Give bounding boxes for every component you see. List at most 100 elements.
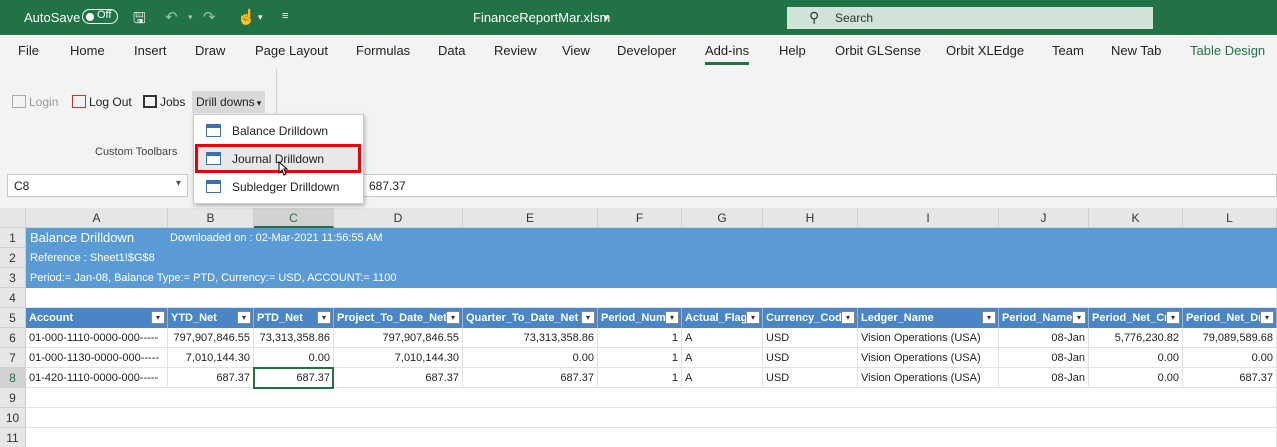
tab-review[interactable]: Review [494, 43, 537, 58]
select-all-corner[interactable] [0, 208, 26, 228]
filter-dropdown-icon[interactable]: ▾ [982, 311, 996, 324]
row-header-10[interactable]: 10 [0, 408, 26, 428]
row-header-8[interactable]: 8 [0, 368, 26, 388]
cell-d6[interactable]: 797,907,846.55 [334, 328, 463, 348]
jobs-button[interactable]: Jobs [143, 95, 185, 109]
row-header-6[interactable]: 6 [0, 328, 26, 348]
table-header-ledger-name[interactable]: Ledger_Name ▾ [858, 308, 999, 328]
column-header-b[interactable]: B [168, 208, 254, 228]
tab-team[interactable]: Team [1052, 43, 1084, 58]
undo-icon[interactable]: ↶ [165, 8, 178, 26]
filter-dropdown-icon[interactable]: ▾ [1260, 311, 1274, 324]
cell-c6[interactable]: 73,313,358.86 [254, 328, 334, 348]
formula-input[interactable]: 687.37 [362, 174, 1277, 197]
tab-home[interactable]: Home [70, 43, 105, 58]
cell-l8[interactable]: 687.37 [1183, 368, 1277, 388]
name-box[interactable]: C8 ▾ [7, 174, 188, 197]
table-header-currency-code[interactable]: Currency_Code ▾ [763, 308, 858, 328]
column-header-i[interactable]: I [858, 208, 999, 228]
column-header-a[interactable]: A [26, 208, 168, 228]
filter-dropdown-icon[interactable]: ▾ [581, 311, 595, 324]
search-box[interactable]: ⚲ Search [787, 7, 1153, 29]
cell-a8[interactable]: 01-420-1110-0000-000----- [26, 368, 168, 388]
row-header-9[interactable]: 9 [0, 388, 26, 408]
cell-e6[interactable]: 73,313,358.86 [463, 328, 598, 348]
filter-dropdown-icon[interactable]: ▾ [446, 311, 460, 324]
banner-row-3[interactable]: Period:= Jan-08, Balance Type:= PTD, Cur… [26, 268, 1277, 288]
tab-help[interactable]: Help [779, 43, 806, 58]
cell-f7[interactable]: 1 [598, 348, 682, 368]
tab-insert[interactable]: Insert [134, 43, 167, 58]
cell-g7[interactable]: A [682, 348, 763, 368]
cell-d8[interactable]: 687.37 [334, 368, 463, 388]
column-header-c[interactable]: C [254, 208, 334, 228]
cell-b6[interactable]: 797,907,846.55 [168, 328, 254, 348]
cell-g8[interactable]: A [682, 368, 763, 388]
column-header-e[interactable]: E [463, 208, 598, 228]
undo-dropdown-icon[interactable]: ▾ [188, 12, 193, 23]
row-header-5[interactable]: 5 [0, 308, 26, 328]
cell-c7[interactable]: 0.00 [254, 348, 334, 368]
autosave-toggle[interactable]: Off [82, 9, 118, 24]
cell-a7[interactable]: 01-000-1130-0000-000----- [26, 348, 168, 368]
cell-f8[interactable]: 1 [598, 368, 682, 388]
empty-row-9[interactable] [26, 388, 1277, 408]
empty-row-11[interactable] [26, 428, 1277, 447]
table-header-period-name[interactable]: Period_Name ▾ [999, 308, 1089, 328]
filter-dropdown-icon[interactable]: ▾ [665, 311, 679, 324]
cell-h8[interactable]: USD [763, 368, 858, 388]
filter-dropdown-icon[interactable]: ▾ [1072, 311, 1086, 324]
filter-dropdown-icon[interactable]: ▾ [746, 311, 760, 324]
row-header-1[interactable]: 1 [0, 228, 26, 248]
touch-mode-icon[interactable]: ☝ [237, 8, 256, 26]
banner-row-1[interactable]: Balance Drilldown Downloaded on : 02-Mar… [26, 228, 1277, 248]
cell-i8[interactable]: Vision Operations (USA) [858, 368, 999, 388]
table-header-period-net-dr[interactable]: Period_Net_Dr ▾ [1183, 308, 1277, 328]
column-header-k[interactable]: K [1089, 208, 1183, 228]
redo-icon[interactable]: ↷ [203, 8, 216, 26]
customize-toolbar-icon[interactable]: ≡ [282, 10, 288, 22]
cell-l6[interactable]: 79,089,589.68 [1183, 328, 1277, 348]
name-box-dropdown-icon[interactable]: ▾ [176, 178, 181, 189]
filter-dropdown-icon[interactable]: ▾ [237, 311, 251, 324]
tab-formulas[interactable]: Formulas [356, 43, 410, 58]
cell-k8[interactable]: 0.00 [1089, 368, 1183, 388]
column-header-j[interactable]: J [999, 208, 1089, 228]
column-header-f[interactable]: F [598, 208, 682, 228]
logout-button[interactable]: Log Out [72, 95, 132, 109]
cell-j7[interactable]: 08-Jan [999, 348, 1089, 368]
empty-row-10[interactable] [26, 408, 1277, 428]
cell-e7[interactable]: 0.00 [463, 348, 598, 368]
cell-b7[interactable]: 7,010,144.30 [168, 348, 254, 368]
table-header-period-num[interactable]: Period_Num ▾ [598, 308, 682, 328]
cell-g6[interactable]: A [682, 328, 763, 348]
tab-view[interactable]: View [562, 43, 590, 58]
cell-a6[interactable]: 01-000-1110-0000-000----- [26, 328, 168, 348]
menu-item-balance-drilldown[interactable]: Balance Drilldown [194, 117, 363, 144]
tab-orbit-xledge[interactable]: Orbit XLEdge [946, 43, 1024, 58]
cell-k7[interactable]: 0.00 [1089, 348, 1183, 368]
banner-row-2[interactable]: Reference : Sheet1!$G$8 [26, 248, 1277, 268]
tab-add-ins[interactable]: Add-ins [705, 43, 750, 65]
filter-dropdown-icon[interactable]: ▾ [841, 311, 855, 324]
tab-orbit-glsense[interactable]: Orbit GLSense [835, 43, 921, 58]
login-button[interactable]: Login [12, 95, 58, 109]
menu-item-subledger-drilldown[interactable]: Subledger Drilldown [194, 173, 363, 200]
cell-d7[interactable]: 7,010,144.30 [334, 348, 463, 368]
tab-developer[interactable]: Developer [617, 43, 676, 58]
save-icon[interactable]: 🖫 [133, 8, 146, 33]
tab-file[interactable]: File [18, 43, 39, 58]
row-header-7[interactable]: 7 [0, 348, 26, 368]
tab-draw[interactable]: Draw [195, 43, 225, 58]
cell-j6[interactable]: 08-Jan [999, 328, 1089, 348]
filter-dropdown-icon[interactable]: ▾ [151, 311, 165, 324]
table-header-account[interactable]: Account ▾ [26, 308, 168, 328]
tab-page-layout[interactable]: Page Layout [255, 43, 328, 58]
table-header-ptd-net[interactable]: PTD_Net ▾ [254, 308, 334, 328]
tab-data[interactable]: Data [438, 43, 465, 58]
table-header-ytd-net[interactable]: YTD_Net ▾ [168, 308, 254, 328]
cell-i6[interactable]: Vision Operations (USA) [858, 328, 999, 348]
table-header-period-net-cr[interactable]: Period_Net_Cr ▾ [1089, 308, 1183, 328]
cell-b8[interactable]: 687.37 [168, 368, 254, 388]
touch-dropdown-icon[interactable]: ▾ [258, 12, 263, 23]
